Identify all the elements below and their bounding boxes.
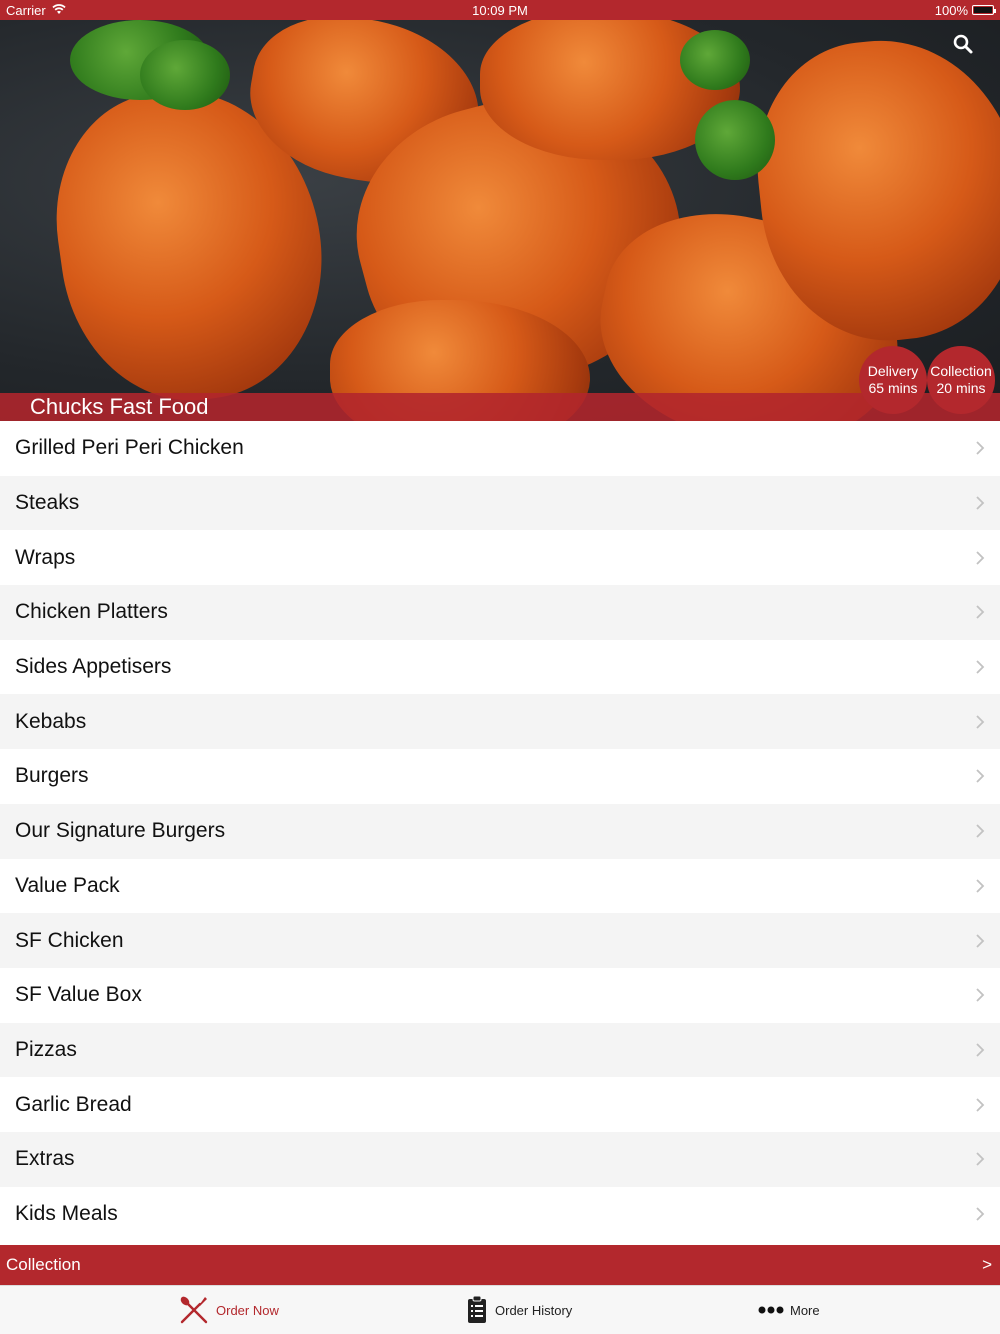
delivery-label: Delivery <box>867 363 919 379</box>
menu-item-chicken-platters[interactable]: Chicken Platters <box>0 585 1000 640</box>
chevron-right-icon <box>976 879 985 893</box>
status-left: Carrier <box>6 3 66 18</box>
chevron-right-icon <box>976 715 985 729</box>
battery-icon <box>972 5 996 15</box>
more-dots-icon <box>758 1306 784 1314</box>
menu-item-label: Extras <box>15 1147 75 1171</box>
menu-item-kids-meals[interactable]: Kids Meals <box>0 1186 1000 1242</box>
collection-mode-label: Collection <box>6 1255 81 1274</box>
menu-item-steaks[interactable]: Steaks <box>0 475 1000 531</box>
status-time: 10:09 PM <box>472 2 528 18</box>
fork-knife-icon <box>180 1296 208 1324</box>
menu-item-label: Garlic Bread <box>15 1092 132 1116</box>
menu-item-pizzas[interactable]: Pizzas <box>0 1022 1000 1078</box>
collection-mode-bar[interactable]: Collection > <box>0 1245 1000 1285</box>
delivery-time: 65 mins <box>868 380 918 396</box>
menu-item-label: Steaks <box>15 491 80 515</box>
collection-time: 20 mins <box>936 380 986 396</box>
tab-more[interactable]: More <box>758 1303 820 1318</box>
chevron-right-icon <box>976 824 985 838</box>
clipboard-list-icon <box>468 1295 486 1323</box>
menu-item-label: Chicken Platters <box>15 600 168 624</box>
chevron-right-icon <box>976 1152 985 1166</box>
menu-item-garlic-bread[interactable]: Garlic Bread <box>0 1077 1000 1132</box>
tab-order-now-label: Order Now <box>216 1302 279 1318</box>
search-button[interactable] <box>948 30 978 60</box>
menu-item-sf-chicken[interactable]: SF Chicken <box>0 913 1000 968</box>
chevron-right-icon <box>976 1043 985 1057</box>
menu-item-label: Burgers <box>15 764 89 788</box>
battery-percent: 100% <box>934 2 968 18</box>
menu-item-our-signature-burgers[interactable]: Our Signature Burgers <box>0 803 1000 859</box>
restaurant-title: Chucks Fast Food <box>0 393 1000 421</box>
tab-more-label: More <box>790 1302 820 1318</box>
search-icon <box>953 34 973 54</box>
menu-item-label: Wraps <box>15 545 76 569</box>
chevron-right-icon <box>976 605 985 620</box>
menu-item-label: Kids Meals <box>15 1201 118 1225</box>
menu-item-label: Pizzas <box>15 1037 77 1061</box>
collection-label: Collection <box>930 363 992 379</box>
menu-item-extras[interactable]: Extras <box>0 1131 1000 1187</box>
hero-banner: Delivery 65 mins Collection 20 mins Chuc… <box>0 20 1000 421</box>
menu-item-value-pack[interactable]: Value Pack <box>0 858 1000 914</box>
tab-order-history[interactable]: Order History <box>465 1295 572 1325</box>
menu-item-label: Value Pack <box>15 873 120 897</box>
delivery-badge: Delivery 65 mins <box>859 346 927 414</box>
chevron-right-icon <box>976 496 985 510</box>
menu-item-label: Kebabs <box>15 709 87 733</box>
bottom-tab-bar: Order Now Order History More <box>0 1285 1000 1334</box>
menu-item-kebabs[interactable]: Kebabs <box>0 694 1000 750</box>
menu-category-list: Grilled Peri Peri Chicken Steaks Wraps C… <box>0 421 1000 1242</box>
menu-item-label: Our Signature Burgers <box>15 819 226 843</box>
collection-badge: Collection 20 mins <box>927 346 995 414</box>
chevron-right-icon <box>976 769 985 784</box>
status-bar: Carrier 10:09 PM 100% <box>0 0 1000 20</box>
menu-item-label: Grilled Peri Peri Chicken <box>15 436 244 460</box>
status-right: 100% <box>934 2 996 18</box>
carrier-label: Carrier <box>6 2 46 18</box>
chevron-right-icon <box>976 988 985 1002</box>
tab-order-now[interactable]: Order Now <box>178 1294 279 1326</box>
chevron-right-icon <box>976 1207 985 1221</box>
chevron-right-icon <box>976 441 985 455</box>
menu-item-sides-appetisers[interactable]: Sides Appetisers <box>0 639 1000 695</box>
menu-item-label: Sides Appetisers <box>15 655 172 679</box>
menu-item-sf-value-box[interactable]: SF Value Box <box>0 967 1000 1023</box>
wifi-icon <box>52 3 66 18</box>
chevron-right-icon <box>976 551 985 565</box>
collection-mode-arrow: > <box>982 1255 992 1274</box>
menu-item-grilled-peri-peri-chicken[interactable]: Grilled Peri Peri Chicken <box>0 421 1000 476</box>
chevron-right-icon <box>976 660 985 674</box>
menu-item-label: SF Chicken <box>15 928 124 952</box>
menu-item-label: SF Value Box <box>15 983 142 1007</box>
tab-order-history-label: Order History <box>495 1302 573 1318</box>
menu-item-wraps[interactable]: Wraps <box>0 530 1000 586</box>
chevron-right-icon <box>976 1097 985 1112</box>
chevron-right-icon <box>976 933 985 948</box>
menu-item-burgers[interactable]: Burgers <box>0 749 1000 804</box>
